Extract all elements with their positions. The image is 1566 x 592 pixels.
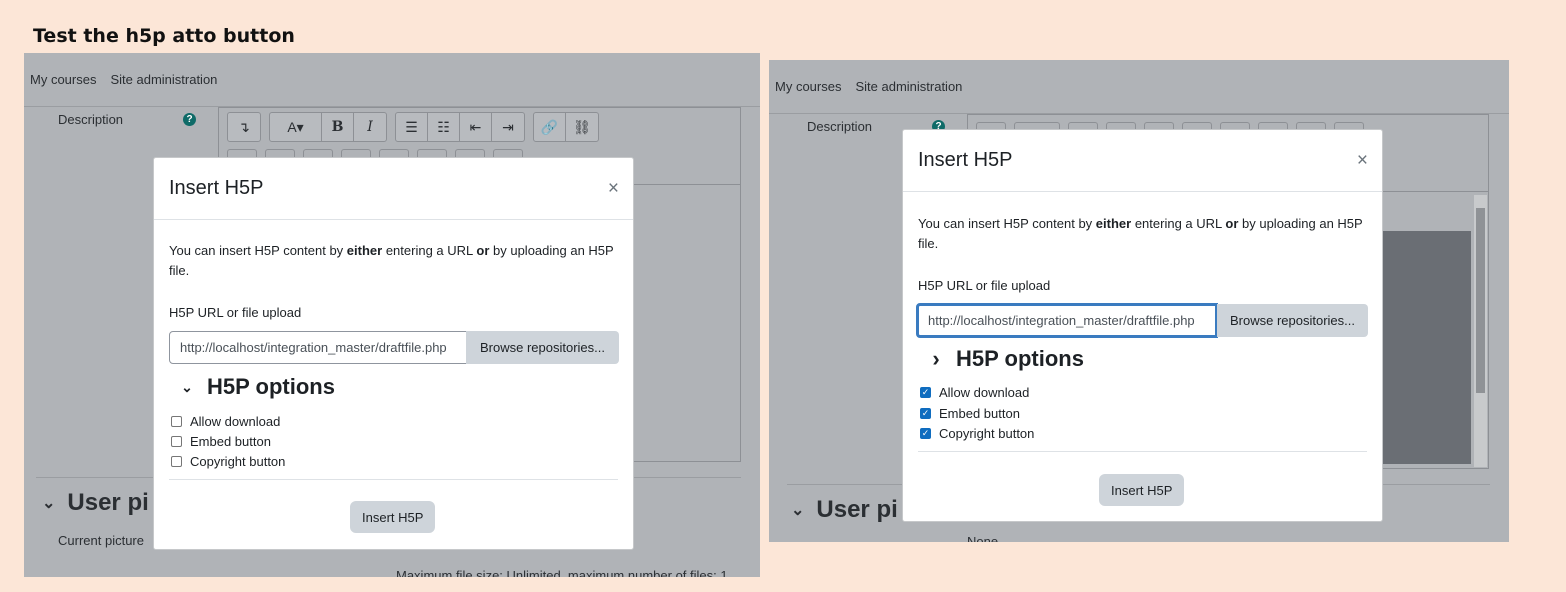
embed-button-checkbox[interactable]: ✓	[920, 408, 931, 419]
h5p-options-toggle[interactable]: › H5P options	[930, 346, 1084, 372]
current-picture-label: Current picture	[58, 533, 144, 548]
option-embed-button[interactable]: Embed button	[171, 434, 271, 449]
dialog-header: Insert H5P ×	[154, 158, 633, 220]
close-icon[interactable]: ×	[608, 178, 619, 200]
nav-site-administration[interactable]: Site administration	[855, 79, 962, 94]
chevron-down-icon: ⌄	[791, 502, 805, 519]
outdent-icon[interactable]: ⇤	[460, 113, 492, 141]
editor-content-area	[1381, 231, 1471, 464]
insert-h5p-dialog: Insert H5P × You can insert H5P content …	[902, 129, 1383, 522]
editor-toolbar: ↴ A▾ B I ☰ ☷ ⇤ ⇥ 🔗 ⛓	[227, 112, 599, 142]
navbar: My courses Site administration	[769, 60, 1509, 114]
dialog-header: Insert H5P ×	[903, 130, 1382, 192]
h5p-options-toggle[interactable]: ⌄ H5P options	[181, 374, 335, 400]
option-copyright-button[interactable]: Copyright button	[171, 454, 285, 469]
nav-my-courses[interactable]: My courses	[775, 79, 841, 94]
indent-icon[interactable]: ⇥	[492, 113, 524, 141]
dialog-intro-text: You can insert H5P content by either ent…	[918, 216, 1363, 251]
description-label: Description	[58, 112, 124, 127]
dialog-divider	[169, 479, 618, 480]
italic-icon[interactable]: I	[354, 113, 386, 141]
h5p-url-input[interactable]	[169, 331, 467, 364]
h5p-options-heading: H5P options	[956, 346, 1084, 371]
h5p-url-label: H5P URL or file upload	[918, 278, 1051, 293]
unordered-list-icon[interactable]: ☰	[396, 113, 428, 141]
browse-repositories-button[interactable]: Browse repositories...	[466, 331, 619, 364]
description-label: Description	[807, 119, 873, 134]
user-picture-heading[interactable]: ⌄ User pi	[42, 489, 149, 517]
ordered-list-icon[interactable]: ☷	[428, 113, 460, 141]
option-embed-button[interactable]: ✓ Embed button	[920, 406, 1020, 421]
dialog-title: Insert H5P	[918, 149, 1013, 171]
copyright-button-checkbox[interactable]	[171, 456, 182, 467]
option-allow-download[interactable]: Allow download	[171, 414, 280, 429]
insert-h5p-button[interactable]: Insert H5P	[1099, 474, 1185, 506]
navbar: My courses Site administration	[24, 53, 760, 107]
h5p-url-input[interactable]	[916, 303, 1218, 338]
h5p-options-heading: H5P options	[207, 374, 335, 399]
chevron-down-icon: ⌄	[181, 378, 193, 395]
embed-button-checkbox[interactable]	[171, 436, 182, 447]
unlink-icon[interactable]: ⛓	[566, 113, 598, 141]
nav-my-courses[interactable]: My courses	[30, 72, 96, 87]
question-circle-icon[interactable]: ?	[183, 113, 196, 126]
chevron-right-icon: ›	[932, 346, 940, 371]
current-picture-value: None	[967, 534, 999, 542]
h5p-url-label: H5P URL or file upload	[169, 305, 302, 320]
font-color-icon[interactable]: A▾	[270, 113, 322, 141]
allow-download-checkbox[interactable]: ✓	[920, 387, 931, 398]
option-allow-download[interactable]: ✓ Allow download	[920, 385, 1029, 400]
link-icon[interactable]: 🔗	[534, 113, 566, 141]
bold-icon[interactable]: B	[322, 113, 354, 141]
chevron-down-icon: ⌄	[42, 495, 56, 512]
nav-site-administration[interactable]: Site administration	[110, 72, 217, 87]
browse-repositories-button[interactable]: Browse repositories...	[1217, 304, 1368, 337]
close-icon[interactable]: ×	[1357, 150, 1368, 172]
allow-download-checkbox[interactable]	[171, 416, 182, 427]
scrollbar-thumb[interactable]	[1476, 208, 1485, 393]
dialog-title: Insert H5P	[169, 177, 264, 199]
page-title: Test the h5p atto button	[33, 25, 295, 47]
max-file-size-text: Maximum file size: Unlimited, maximum nu…	[396, 568, 728, 577]
option-copyright-button[interactable]: ✓ Copyright button	[920, 426, 1034, 441]
dialog-divider	[918, 451, 1367, 452]
user-picture-heading[interactable]: ⌄ User pi	[791, 496, 898, 524]
insert-icon[interactable]: ↴	[228, 113, 260, 141]
insert-h5p-dialog: Insert H5P × You can insert H5P content …	[153, 157, 634, 550]
insert-h5p-button[interactable]: Insert H5P	[350, 501, 436, 533]
copyright-button-checkbox[interactable]: ✓	[920, 428, 931, 439]
dialog-intro-text: You can insert H5P content by either ent…	[169, 243, 614, 278]
